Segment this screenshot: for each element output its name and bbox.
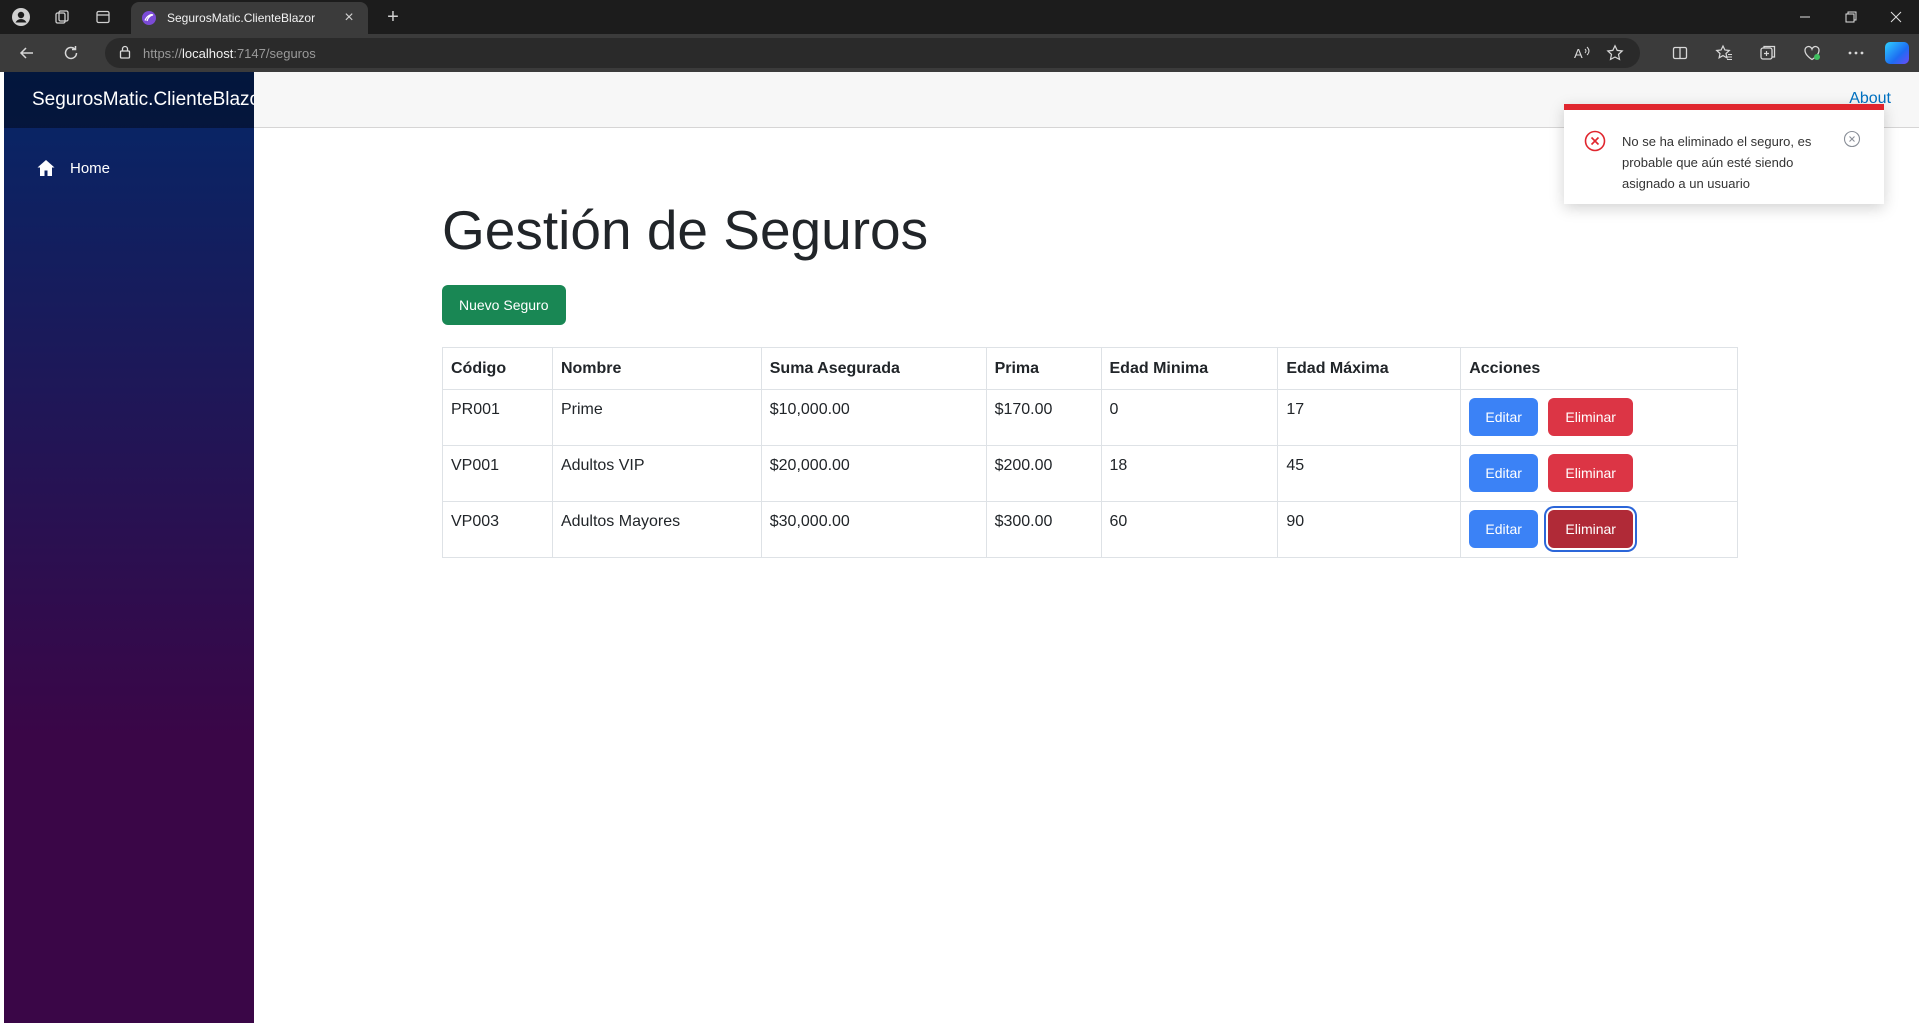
cell-edad-max: 90 <box>1277 501 1462 558</box>
lock-icon <box>119 45 131 62</box>
collections-icon[interactable] <box>1757 43 1779 63</box>
insurance-table: Código Nombre Suma Asegurada Prima Edad … <box>442 347 1738 558</box>
edit-button[interactable]: Editar <box>1469 454 1539 492</box>
cell-suma: $30,000.00 <box>760 501 987 558</box>
url-host: localhost <box>182 45 234 61</box>
sidebar-item-label: Home <box>70 159 111 177</box>
cell-nombre: Adultos VIP <box>551 445 762 502</box>
more-options-icon[interactable] <box>1845 43 1867 63</box>
favorites-icon[interactable] <box>1713 43 1735 63</box>
page-title: Gestión de Seguros <box>442 199 929 261</box>
url-text: https://localhost:7147/seguros <box>143 46 316 61</box>
column-header: Acciones <box>1460 347 1738 390</box>
column-header: Código <box>442 347 553 390</box>
cell-codigo: PR001 <box>442 389 553 446</box>
edit-button[interactable]: Editar <box>1469 510 1539 548</box>
close-window-icon[interactable] <box>1873 0 1919 34</box>
cell-nombre: Prime <box>551 389 762 446</box>
cell-codigo: VP001 <box>442 445 553 502</box>
vertical-tabs-icon[interactable] <box>92 6 114 28</box>
url-scheme: https:// <box>143 45 183 61</box>
cell-prima: $200.00 <box>985 445 1102 502</box>
split-screen-icon[interactable] <box>1669 43 1691 63</box>
column-header: Edad Minima <box>1100 347 1279 390</box>
cell-edad-min: 18 <box>1100 445 1279 502</box>
blazor-favicon-icon <box>142 11 156 25</box>
edit-button[interactable]: Editar <box>1469 398 1539 436</box>
brand-link[interactable]: SegurosMatic.ClienteBlazor <box>32 89 266 111</box>
browser-address-bar: https://localhost:7147/seguros A <box>0 34 1919 72</box>
table-header-row: Código Nombre Suma Asegurada Prima Edad … <box>442 347 1738 390</box>
sidebar-item-home[interactable]: Home <box>14 150 242 186</box>
cell-suma: $20,000.00 <box>760 445 987 502</box>
read-aloud-icon[interactable]: A <box>1571 43 1593 63</box>
delete-button[interactable]: Eliminar <box>1548 398 1634 436</box>
profile-icon[interactable] <box>10 6 32 28</box>
svg-text:A: A <box>1574 46 1583 61</box>
toast-message: No se ha eliminado el seguro, es probabl… <box>1622 134 1812 191</box>
cell-actions: Editar Eliminar <box>1460 501 1738 558</box>
table-row: VP001 Adultos VIP $20,000.00 $200.00 18 … <box>442 445 1738 502</box>
cell-actions: Editar Eliminar <box>1460 389 1738 446</box>
new-insurance-button[interactable]: Nuevo Seguro <box>442 285 566 325</box>
cell-codigo: VP003 <box>442 501 553 558</box>
error-circle-icon <box>1584 130 1606 152</box>
tab-title: SegurosMatic.ClienteBlazor <box>167 11 316 25</box>
sidebar: SegurosMatic.ClienteBlazor Home <box>4 72 266 1023</box>
copilot-icon[interactable] <box>1885 42 1909 64</box>
cell-prima: $300.00 <box>985 501 1102 558</box>
tab-close-icon[interactable]: × <box>340 9 358 27</box>
url-path: :7147/seguros <box>233 45 316 61</box>
restore-icon[interactable] <box>1828 0 1874 34</box>
cell-prima: $170.00 <box>985 389 1102 446</box>
cell-actions: Editar Eliminar <box>1460 445 1738 502</box>
cell-edad-min: 0 <box>1100 389 1279 446</box>
column-header: Prima <box>985 347 1102 390</box>
sidebar-brand-row: SegurosMatic.ClienteBlazor <box>4 72 266 128</box>
favorite-star-icon[interactable] <box>1604 43 1626 63</box>
cell-edad-max: 17 <box>1277 389 1462 446</box>
minimize-icon[interactable] <box>1782 0 1828 34</box>
column-header: Edad Máxima <box>1277 347 1462 390</box>
delete-button-focused[interactable]: Eliminar <box>1548 510 1634 548</box>
browser-tab-bar: SegurosMatic.ClienteBlazor × + <box>0 0 1919 34</box>
back-icon[interactable] <box>15 42 39 64</box>
table-row: VP003 Adultos Mayores $30,000.00 $300.00… <box>442 501 1738 558</box>
cell-nombre: Adultos Mayores <box>551 501 762 558</box>
cell-edad-min: 60 <box>1100 501 1279 558</box>
delete-button[interactable]: Eliminar <box>1548 454 1634 492</box>
app-root: SegurosMatic.ClienteBlazor Home About Ge… <box>4 72 1919 1023</box>
home-icon <box>37 160 55 176</box>
workspaces-icon[interactable] <box>51 6 73 28</box>
toast-close-icon[interactable] <box>1843 130 1861 148</box>
page-content: Gestión de Seguros Nuevo Seguro Código N… <box>442 197 1742 558</box>
browser-tab-active[interactable]: SegurosMatic.ClienteBlazor × <box>131 2 368 34</box>
url-input[interactable]: https://localhost:7147/seguros A <box>105 38 1640 68</box>
column-header: Nombre <box>551 347 762 390</box>
refresh-icon[interactable] <box>59 42 83 64</box>
column-header: Suma Asegurada <box>760 347 987 390</box>
main-area: About Gestión de Seguros Nuevo Seguro Có… <box>254 72 1919 1023</box>
new-tab-icon[interactable]: + <box>381 5 405 29</box>
browser-essentials-icon[interactable] <box>1801 43 1823 63</box>
table-row: PR001 Prime $10,000.00 $170.00 0 17 Edit… <box>442 389 1738 446</box>
cell-suma: $10,000.00 <box>760 389 987 446</box>
cell-edad-max: 45 <box>1277 445 1462 502</box>
error-toast: No se ha eliminado el seguro, es probabl… <box>1564 104 1884 204</box>
